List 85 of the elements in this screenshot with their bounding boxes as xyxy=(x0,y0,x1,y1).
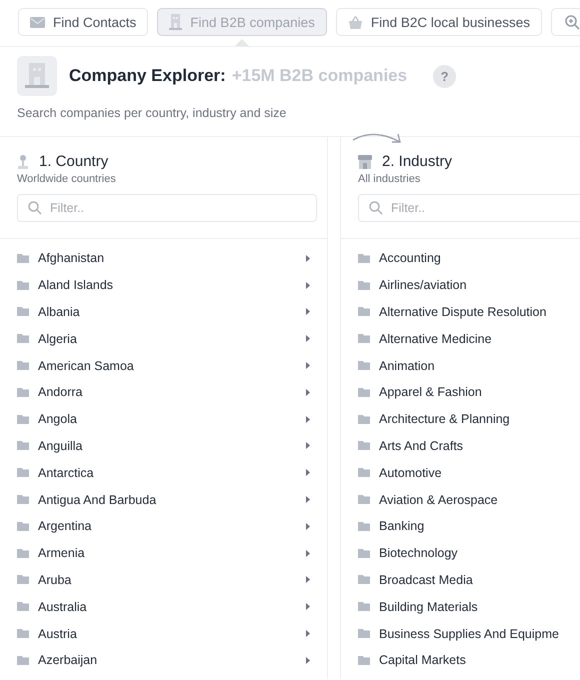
folder-icon xyxy=(17,495,29,504)
building-icon xyxy=(169,14,182,30)
filter-field[interactable]: Filter.. xyxy=(17,194,317,222)
envelope-icon xyxy=(30,16,45,28)
list-item[interactable]: Banking xyxy=(379,519,563,534)
column-subtitle: All industries xyxy=(358,173,422,185)
folder-icon xyxy=(358,656,370,665)
page-title: Company Explorer: xyxy=(69,66,226,86)
list-item[interactable]: Aruba xyxy=(38,572,297,587)
folder-icon xyxy=(358,334,370,344)
folder-icon xyxy=(358,629,370,638)
list-item[interactable]: Antigua And Barbuda xyxy=(38,492,297,507)
folder-icon xyxy=(358,441,370,450)
folder-icon xyxy=(17,388,29,397)
list-item[interactable]: Aland Islands xyxy=(38,278,297,292)
folder-icon xyxy=(17,307,29,316)
folder-icon xyxy=(17,522,29,531)
folder-icon xyxy=(17,361,29,370)
search-icon xyxy=(28,201,42,215)
tab[interactable]: Find B2C local businesses xyxy=(336,8,542,36)
list-item[interactable]: Afghanistan xyxy=(38,251,297,266)
list-item[interactable]: Biotechnology xyxy=(379,546,563,560)
list-item[interactable]: Angola xyxy=(38,412,297,426)
list-item[interactable]: American Samoa xyxy=(38,358,297,373)
list-item[interactable]: Animation xyxy=(379,358,563,373)
pin-icon xyxy=(17,154,29,168)
zoom-icon xyxy=(564,14,580,30)
search-icon xyxy=(369,201,383,215)
filter-field[interactable]: Filter.. xyxy=(358,194,580,222)
folder-icon xyxy=(358,468,370,478)
building-logo-icon xyxy=(17,56,57,96)
folder-icon xyxy=(17,441,29,450)
list-item[interactable]: Alternative Dispute Resolution xyxy=(379,304,563,319)
page-subtitle: Search companies per country, industry and size xyxy=(17,106,288,120)
list-item[interactable]: Argentina xyxy=(38,519,297,534)
folder-icon xyxy=(358,575,370,584)
folder-icon xyxy=(358,522,370,531)
list-item[interactable]: Arts And Crafts xyxy=(379,438,563,453)
list-item[interactable]: Alternative Medicine xyxy=(379,332,563,346)
column-title: 1. Country xyxy=(39,153,108,170)
list-item[interactable]: Albania xyxy=(38,304,297,319)
shop-icon xyxy=(358,154,372,168)
list-item[interactable]: Azerbaijan xyxy=(38,653,297,668)
list-item[interactable]: Anguilla xyxy=(38,438,297,453)
column-title: 2. Industry xyxy=(382,153,452,170)
company-count: +15M B2B companies xyxy=(232,66,408,86)
folder-icon xyxy=(17,575,29,584)
tab[interactable] xyxy=(550,8,580,36)
list-item[interactable]: Accounting xyxy=(379,251,563,266)
list-item[interactable]: Australia xyxy=(38,600,297,614)
folder-icon xyxy=(17,280,29,290)
folder-icon xyxy=(358,361,370,370)
list-item[interactable]: Broadcast Media xyxy=(379,572,563,587)
list-item[interactable]: Aviation & Aerospace xyxy=(379,492,563,507)
list-item[interactable]: Capital Markets xyxy=(379,653,563,668)
folder-icon xyxy=(358,307,370,316)
folder-icon xyxy=(17,629,29,638)
list-item[interactable]: Austria xyxy=(38,626,297,641)
folder-icon xyxy=(358,414,370,424)
folder-icon xyxy=(358,280,370,290)
list-item[interactable]: Andorra xyxy=(38,385,297,400)
folder-icon xyxy=(17,548,29,558)
list-item[interactable]: Armenia xyxy=(38,546,297,560)
folder-icon xyxy=(358,495,370,504)
folder-icon xyxy=(358,548,370,558)
column-subtitle: Worldwide countries xyxy=(17,173,117,185)
list-item[interactable]: Apparel & Fashion xyxy=(379,385,563,400)
list-item[interactable]: Architecture & Planning xyxy=(379,412,563,426)
tab[interactable]: Find Contacts xyxy=(18,8,148,36)
list-item[interactable]: Algeria xyxy=(38,332,297,346)
folder-icon xyxy=(17,656,29,665)
list-item[interactable]: Business Supplies And Equipme xyxy=(379,626,563,641)
list-item[interactable]: Antarctica xyxy=(38,466,297,480)
folder-icon xyxy=(358,602,370,612)
list-item[interactable]: Building Materials xyxy=(379,600,563,614)
list-item[interactable]: Automotive xyxy=(379,466,563,480)
folder-icon xyxy=(17,254,29,263)
folder-icon xyxy=(17,602,29,612)
basket-icon xyxy=(348,14,363,30)
folder-icon xyxy=(17,468,29,478)
folder-icon xyxy=(358,388,370,397)
folder-icon xyxy=(358,254,370,263)
folder-icon xyxy=(17,414,29,424)
folder-icon xyxy=(17,334,29,344)
list-item[interactable]: Airlines/aviation xyxy=(379,278,563,292)
